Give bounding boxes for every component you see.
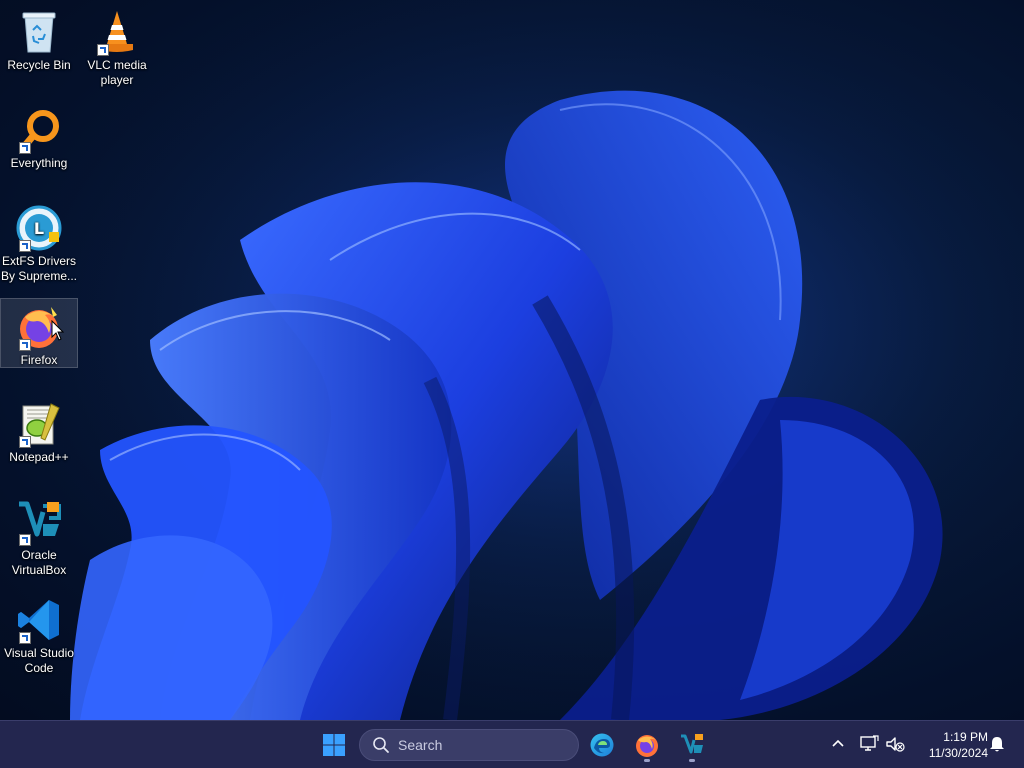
shortcut-arrow-icon	[19, 436, 31, 448]
firefox-icon	[636, 735, 658, 757]
virtualbox-icon	[681, 734, 703, 754]
virtualbox-icon	[15, 498, 63, 546]
desktop-icon-notepadpp[interactable]: Notepad++	[0, 396, 78, 465]
shortcut-arrow-icon	[19, 142, 31, 154]
shortcut-arrow-icon	[19, 339, 31, 351]
desktop-icon-label: Notepad++	[9, 450, 69, 464]
start-button[interactable]	[316, 727, 352, 763]
bell-icon	[990, 737, 1004, 752]
taskbar-search-box[interactable]: Search	[359, 729, 579, 761]
svg-text:L: L	[34, 219, 44, 238]
windows-start-icon	[323, 734, 345, 756]
clock-date: 11/30/2024	[928, 746, 988, 760]
taskbar: Search 1:19 PM 11/30/2024	[0, 720, 1024, 768]
everything-search-icon	[15, 106, 63, 154]
desktop-icon-extfs[interactable]: L ExtFS Drivers By Supreme...	[0, 200, 78, 284]
recycle-bin-icon	[15, 8, 63, 56]
tray-volume-button[interactable]	[884, 733, 906, 755]
taskbar-clock[interactable]: 1:19 PM 11/30/2024	[912, 729, 988, 761]
shortcut-arrow-icon	[19, 240, 31, 252]
shortcut-arrow-icon	[19, 632, 31, 644]
running-indicator	[644, 759, 650, 762]
vlc-cone-icon	[93, 8, 141, 56]
tray-network-button[interactable]	[858, 733, 880, 755]
mouse-cursor-icon	[51, 320, 65, 341]
tray-overflow-button[interactable]	[827, 733, 849, 755]
desktop-icon-label: Oracle VirtualBox	[11, 548, 67, 577]
shortcut-arrow-icon	[97, 44, 109, 56]
desktop-icon-label: Firefox	[20, 353, 58, 367]
taskbar-edge-button[interactable]	[584, 727, 620, 763]
chevron-up-icon	[832, 739, 844, 747]
network-icon	[860, 735, 879, 751]
desktop-icon-everything[interactable]: Everything	[0, 102, 78, 171]
notepadpp-icon	[15, 400, 63, 448]
desktop-icon-recycle-bin[interactable]: Recycle Bin	[0, 4, 78, 73]
taskbar-firefox-button[interactable]	[629, 727, 665, 763]
vscode-icon	[15, 596, 63, 644]
desktop-icon-vscode[interactable]: Visual Studio Code	[0, 592, 78, 676]
edge-icon	[590, 733, 614, 757]
desktop-icon-label: Visual Studio Code	[4, 646, 74, 675]
search-placeholder: Search	[398, 737, 443, 753]
search-icon	[373, 737, 389, 753]
running-indicator	[689, 759, 695, 762]
desktop-icon-virtualbox[interactable]: Oracle VirtualBox	[0, 494, 78, 578]
wallpaper-bloom	[0, 0, 1024, 720]
taskbar-virtualbox-button[interactable]	[674, 727, 710, 763]
clock-time: 1:19 PM	[943, 730, 988, 744]
desktop-icon-label: ExtFS Drivers By Supreme...	[0, 254, 78, 283]
notification-center-button[interactable]	[986, 733, 1008, 755]
desktop-icon-vlc[interactable]: VLC media player	[78, 4, 156, 88]
desktop-icon-label: VLC media player	[87, 58, 147, 87]
desktop-icon-label: Everything	[10, 156, 68, 170]
desktop[interactable]: Recycle Bin VLC media player Everything	[0, 0, 1024, 720]
desktop-icon-firefox[interactable]: Firefox	[0, 298, 78, 368]
desktop-icon-label: Recycle Bin	[7, 58, 71, 72]
extfs-drivers-icon: L	[15, 204, 63, 252]
shortcut-arrow-icon	[19, 534, 31, 546]
volume-muted-icon	[886, 737, 905, 752]
